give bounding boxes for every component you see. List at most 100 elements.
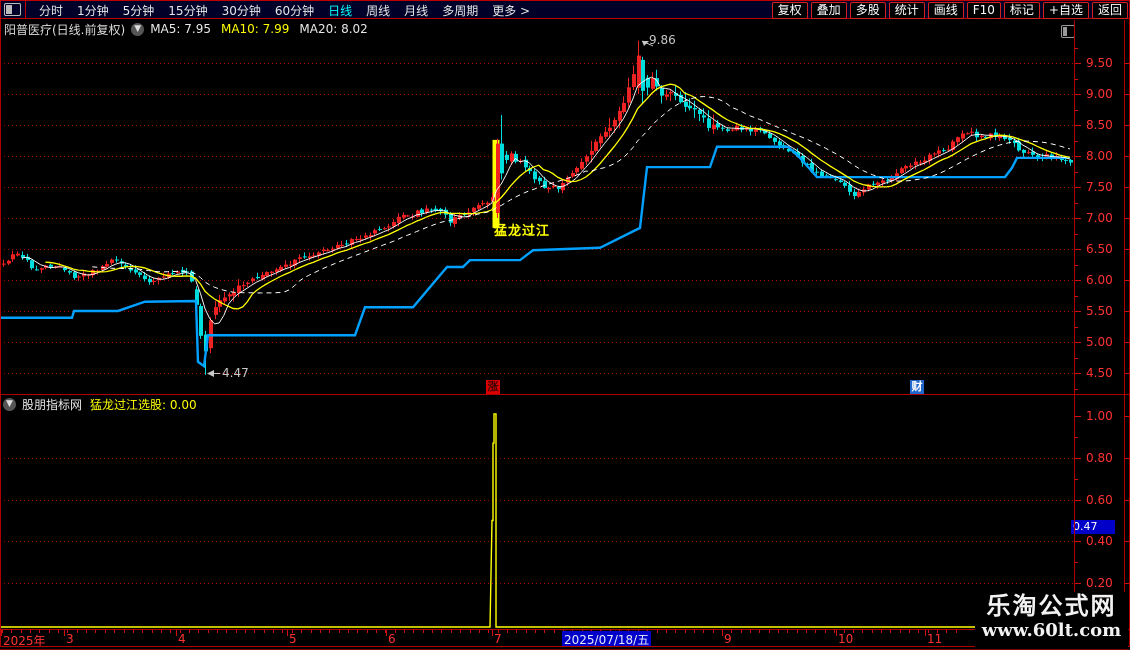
month-label: 5 [289,632,297,646]
week-tick [254,630,255,633]
indicator-value-marker: 0.47 [1071,520,1115,534]
menu-item-60分钟[interactable]: 60分钟 [275,4,314,18]
indicator-tick-label: 0.80 [1086,450,1113,465]
week-tick [105,630,106,633]
menu-item-1分钟[interactable]: 1分钟 [77,4,109,18]
menu-item-30分钟[interactable]: 30分钟 [222,4,261,18]
week-tick [787,630,788,633]
week-tick [58,630,59,633]
price-tick [1074,249,1081,250]
date-axis[interactable]: 2025年 3 4 5 6 7 2025/07/18/五 9 10 11 [0,630,1130,648]
menu-item-月线[interactable]: 月线 [404,4,428,18]
indicator-tick-label: 0.20 [1086,576,1113,591]
week-tick [86,630,87,633]
date-axis-top-border [0,629,1129,630]
price-tick [1074,311,1081,312]
indicator-chart[interactable] [0,396,1075,629]
finance-news-badge[interactable]: 财 [910,380,924,394]
price-tick-label: 6.50 [1086,242,1113,256]
tool-button-画线[interactable]: 画线 [927,2,964,19]
menu-item-多周期[interactable]: 多周期 [442,4,478,18]
price-tick [1074,156,1081,157]
signal-annotation: 猛龙过江 [494,224,551,239]
menu-item-周线[interactable]: 周线 [366,4,390,18]
tool-button-标记[interactable]: 标记 [1003,2,1040,19]
week-tick [741,630,742,633]
week-tick [918,630,919,633]
week-tick [900,630,901,633]
week-tick [348,630,349,633]
price-tick-label: 9.50 [1086,56,1113,70]
week-tick [759,630,760,633]
tool-button-统计[interactable]: 统计 [888,2,925,19]
price-tick-label: 5.00 [1086,335,1113,349]
week-tick [357,630,358,633]
week-tick [339,630,340,633]
month-tick [925,630,926,636]
tool-button-+自选[interactable]: +自选 [1042,2,1089,19]
week-tick [264,630,265,633]
week-tick [890,630,891,633]
price-tick [1074,373,1081,374]
week-tick [77,630,78,633]
tool-button-F10[interactable]: F10 [966,2,1001,19]
month-tick [176,630,177,636]
week-tick [460,630,461,633]
month-tick [287,630,288,636]
indicator-tick [1074,500,1081,501]
week-tick [507,630,508,633]
week-tick [769,630,770,633]
week-tick [114,630,115,633]
week-tick [451,630,452,633]
week-tick [675,630,676,633]
week-tick [797,630,798,633]
week-tick [282,630,283,633]
tool-button-复权[interactable]: 复权 [771,2,808,19]
month-label: 9 [724,632,732,646]
watermark-site-name: 乐淘公式网 [986,592,1117,620]
price-tick [1074,94,1081,95]
week-tick [320,630,321,633]
week-tick [95,630,96,633]
week-tick [142,630,143,633]
menu-item-更多 >[interactable]: 更多 > [492,4,530,18]
week-tick [161,630,162,633]
week-tick [872,630,873,633]
menu-item-日线[interactable]: 日线 [328,4,352,18]
price-tick-label: 8.50 [1086,118,1113,132]
week-tick [441,630,442,633]
tools-menu: 复权 叠加 多股 统计 画线 F10 标记 +自选 返回 [771,2,1128,19]
week-tick [133,630,134,633]
week-tick [694,630,695,633]
month-tick [1,630,2,636]
menu-item-15分钟[interactable]: 15分钟 [168,4,207,18]
window-layout-icon[interactable] [4,3,21,16]
month-label: 11 [927,632,943,646]
week-tick [208,630,209,633]
week-tick [329,630,330,633]
week-tick [236,630,237,633]
week-tick [703,630,704,633]
week-tick [516,630,517,633]
month-label: 10 [838,632,854,646]
indicator-tick [1074,541,1081,542]
week-tick [423,630,424,633]
price-tick [1074,63,1081,64]
menu-item-5分钟[interactable]: 5分钟 [123,4,155,18]
week-tick [217,630,218,633]
month-tick [492,630,493,636]
tool-button-多股[interactable]: 多股 [849,2,886,19]
trough-annotation: 4.47 [222,366,249,380]
week-tick [226,630,227,633]
candlestick-chart[interactable] [0,20,1075,395]
price-tick-label: 5.50 [1086,304,1113,318]
rise-news-badge[interactable]: 涨 [486,380,500,394]
week-tick [273,630,274,633]
menu-item-分时[interactable]: 分时 [39,4,63,18]
week-tick [834,630,835,633]
tool-button-返回[interactable]: 返回 [1091,2,1128,19]
period-menu: 分时 1分钟 5分钟 15分钟 30分钟 60分钟 日线 周线 月线 多周期 更多 > [32,0,537,19]
month-label: 4 [178,632,186,646]
month-label: 3 [66,632,74,646]
tool-button-叠加[interactable]: 叠加 [810,2,847,19]
